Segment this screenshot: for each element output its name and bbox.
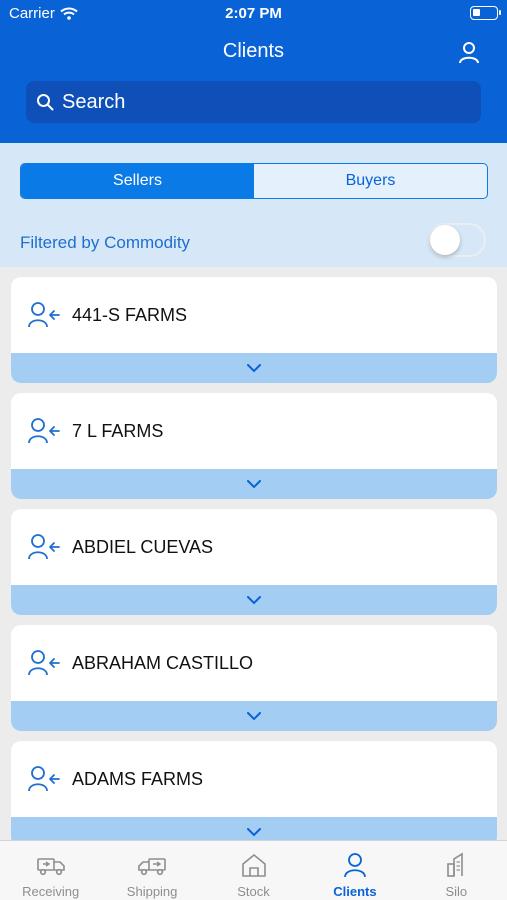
user-icon xyxy=(344,853,366,878)
user-arrow-icon xyxy=(28,302,60,328)
segment-buyers[interactable]: Buyers xyxy=(254,164,487,198)
client-card[interactable]: 7 L FARMS xyxy=(11,393,497,499)
tab-receiving[interactable]: Receiving xyxy=(0,841,101,900)
tab-clients[interactable]: Clients xyxy=(304,841,405,900)
status-time: 2:07 PM xyxy=(225,5,282,22)
user-arrow-icon xyxy=(28,418,60,444)
header: Carrier 2:07 PM Clients Search xyxy=(0,0,507,143)
seller-buyer-segment: Sellers Buyers xyxy=(20,163,488,199)
truck-receiving-icon xyxy=(36,858,65,876)
tab-label: Silo xyxy=(445,884,468,899)
search-input[interactable]: Search xyxy=(26,81,481,123)
client-card[interactable]: ABDIEL CUEVAS xyxy=(11,509,497,615)
expand-button[interactable] xyxy=(11,817,497,840)
user-arrow-icon xyxy=(28,534,60,560)
toggle-knob xyxy=(430,225,460,255)
search-placeholder: Search xyxy=(62,90,126,113)
client-list: 441-S FARMS 7 L FARMS ABDIEL CUEVAS ABRA… xyxy=(0,267,507,840)
client-name: 441-S FARMS xyxy=(72,305,188,325)
chevron-down-icon xyxy=(247,363,261,372)
client-name: ABRAHAM CASTILLO xyxy=(72,653,254,673)
client-card[interactable]: 441-S FARMS xyxy=(11,277,497,383)
expand-button[interactable] xyxy=(11,585,497,615)
segment-sellers[interactable]: Sellers xyxy=(21,164,254,198)
status-bar: Carrier 2:07 PM xyxy=(0,0,507,28)
client-name: ABDIEL CUEVAS xyxy=(72,537,214,557)
tab-label: Clients xyxy=(333,884,377,899)
client-name: 7 L FARMS xyxy=(72,421,164,441)
client-name: ADAMS FARMS xyxy=(72,769,204,789)
user-icon[interactable] xyxy=(457,40,481,64)
commodity-filter-toggle[interactable] xyxy=(428,223,486,257)
filter-panel: Sellers Buyers Filtered by Commodity xyxy=(0,143,507,267)
chevron-down-icon xyxy=(247,595,261,604)
filter-label: Filtered by Commodity xyxy=(20,233,191,252)
expand-button[interactable] xyxy=(11,469,497,499)
client-card[interactable]: ABRAHAM CASTILLO xyxy=(11,625,497,731)
tab-stock[interactable]: Stock xyxy=(203,841,304,900)
truck-shipping-icon xyxy=(138,858,166,876)
user-arrow-icon xyxy=(28,650,60,676)
silo-icon xyxy=(447,852,464,877)
tab-silo[interactable]: Silo xyxy=(406,841,507,900)
tab-bar: Receiving Shipping Stock Clients Silo xyxy=(0,840,507,900)
page-title: Clients xyxy=(222,40,285,62)
tab-label: Stock xyxy=(237,884,270,899)
expand-button[interactable] xyxy=(11,353,497,383)
battery-icon xyxy=(470,6,501,20)
search-icon xyxy=(37,94,54,111)
tab-label: Shipping xyxy=(126,884,178,899)
chevron-down-icon xyxy=(247,827,261,836)
tab-shipping[interactable]: Shipping xyxy=(101,841,202,900)
user-arrow-icon xyxy=(28,766,60,792)
warehouse-icon xyxy=(241,854,266,877)
chevron-down-icon xyxy=(247,479,261,488)
tab-label: Receiving xyxy=(22,884,80,899)
client-card[interactable]: ADAMS FARMS xyxy=(11,741,497,840)
chevron-down-icon xyxy=(247,711,261,720)
expand-button[interactable] xyxy=(11,701,497,731)
